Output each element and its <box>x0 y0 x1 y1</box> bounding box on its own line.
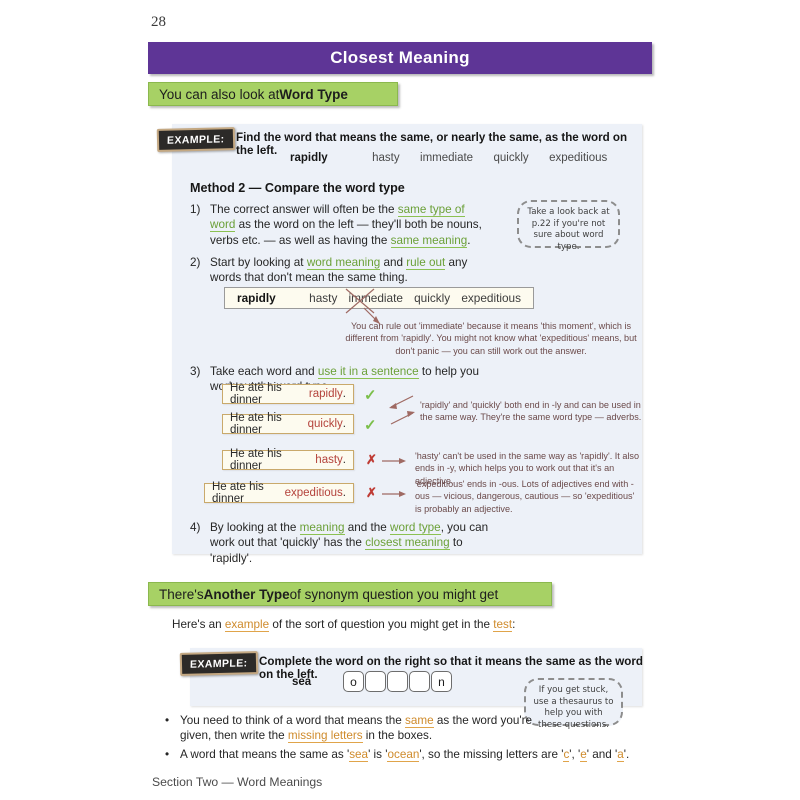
sentence-4-after: . <box>342 487 346 499</box>
letter-box-3[interactable] <box>387 671 408 692</box>
example-tag-2-label: EXAMPLE: <box>190 656 248 671</box>
option-immediate: immediate <box>420 152 474 164</box>
bullet-2-text: A word that means the same as 'sea' is '… <box>180 747 630 762</box>
workbook-page: 28 Closest Meaning You can also look at … <box>0 0 800 800</box>
option-hasty: hasty <box>372 152 400 164</box>
sentence-3-after: . <box>342 454 346 466</box>
bullet-1-text: You need to think of a word that means t… <box>180 714 533 744</box>
sentence-1-word: rapidly <box>308 388 343 400</box>
step-2-text: Start by looking at word meaning and rul… <box>210 255 468 285</box>
step-2: 2) Start by looking at word meaning and … <box>190 255 490 286</box>
section2-bullets: • You need to think of a word that means… <box>165 713 635 765</box>
sentence-1-after: . <box>342 388 346 400</box>
step-1-text: The correct answer will often be the sam… <box>210 203 482 248</box>
word-bank-expeditious: expeditious <box>461 291 521 305</box>
method-step-4: 4) By looking at the meaning and the wor… <box>190 520 490 573</box>
subheading-1-plain: You can also look at <box>159 86 280 102</box>
page-number: 28 <box>151 14 166 30</box>
prompt-word-sea: sea <box>292 676 312 688</box>
sentence-note-1-arrows <box>389 395 415 425</box>
bullet-1: • You need to think of a word that means… <box>165 713 635 744</box>
sentence-1-before: He ate his dinner <box>230 382 282 406</box>
sentence-note-3-arrow <box>382 491 406 497</box>
sentence-2-after: . <box>342 418 346 430</box>
sentence-2-before: He ate his dinner <box>230 412 282 436</box>
word-bank-quickly: quickly <box>414 291 451 305</box>
sentence-3-before: He ate his dinner <box>230 448 282 472</box>
sidenote-word-type: Take a look back at p.22 if you're not s… <box>517 200 620 252</box>
sentence-4-word: expeditious <box>284 487 343 499</box>
letter-box-group[interactable]: o n <box>343 671 452 692</box>
example-1-question-row: rapidly hasty immediate quickly expediti… <box>290 152 607 164</box>
letter-box-4[interactable] <box>409 671 430 692</box>
method-heading: Method 2 — Compare the word type <box>190 181 405 195</box>
sentence-box-expeditious: He ate his dinner expeditious. <box>204 481 354 505</box>
sentence-4-cross: ✗ <box>366 485 377 500</box>
step-1-number: 1) <box>190 203 201 216</box>
letter-box-2[interactable] <box>365 671 386 692</box>
subheading-another-type: There's Another Type of synonym question… <box>148 582 552 606</box>
ruleout-annotation: You can rule out 'immediate' because it … <box>345 321 637 356</box>
page-title: Closest Meaning <box>330 48 470 67</box>
step-4-text: By looking at the meaning and the word t… <box>210 521 489 565</box>
letter-box-1[interactable]: o <box>343 671 364 692</box>
bullet-2-dot: • <box>165 747 170 761</box>
example-tag-1: EXAMPLE: <box>156 127 236 152</box>
subheading-1-bold: Word Type <box>279 86 348 102</box>
method-steps-1-2: 1) The correct answer will often be the … <box>190 202 490 292</box>
step-4: 4) By looking at the meaning and the wor… <box>190 520 490 566</box>
sentence-2-word: quickly <box>307 418 343 430</box>
step-4-number: 4) <box>190 521 201 534</box>
sentence-box-hasty: He ate his dinner hasty. <box>222 448 354 472</box>
section2-intro: Here's an example of the sort of questio… <box>172 618 516 632</box>
sentence-1-tick: ✓ <box>364 387 377 404</box>
letter-box-5[interactable]: n <box>431 671 452 692</box>
option-expeditious: expeditious <box>549 152 608 164</box>
bullet-2: • A word that means the same as 'sea' is… <box>165 747 635 762</box>
sentence-note-1: 'rapidly' and 'quickly' both end in -ly … <box>420 400 642 423</box>
option-quickly: quickly <box>493 152 529 164</box>
question-word: rapidly <box>290 152 328 164</box>
example-tag-1-label: EXAMPLE: <box>167 132 225 147</box>
sentence-note-2-arrow <box>382 458 406 464</box>
step-3-number: 3) <box>190 365 201 378</box>
sentence-4-before: He ate his dinner <box>212 481 264 505</box>
page-title-bar: Closest Meaning <box>148 42 652 74</box>
sentence-box-rapidly: He ate his dinner rapidly. <box>222 382 354 406</box>
example-2-prompt: sea <box>292 676 311 688</box>
page-footer: Section Two — Word Meanings <box>152 775 323 789</box>
word-bank-lead: rapidly <box>237 291 276 305</box>
subheading-2-pre: There's <box>159 586 204 602</box>
sentence-3-word: hasty <box>315 454 343 466</box>
subheading-2-bold: Another Type <box>203 586 290 602</box>
sentence-box-quickly: He ate his dinner quickly. <box>222 412 354 436</box>
word-bank-hasty: hasty <box>309 291 338 305</box>
bullet-1-dot: • <box>165 714 170 727</box>
step-1: 1) The correct answer will often be the … <box>190 202 490 248</box>
subheading-2-post: of synonym question you might get <box>289 586 499 602</box>
sentence-2-tick: ✓ <box>364 417 377 434</box>
sentence-note-3: 'expeditious' ends in -ous. Lots of adje… <box>415 479 635 514</box>
step-2-number: 2) <box>190 255 201 269</box>
subheading-word-type: You can also look at Word Type <box>148 82 398 106</box>
sentence-3-cross: ✗ <box>366 452 377 467</box>
example-tag-2: EXAMPLE: <box>179 651 259 676</box>
